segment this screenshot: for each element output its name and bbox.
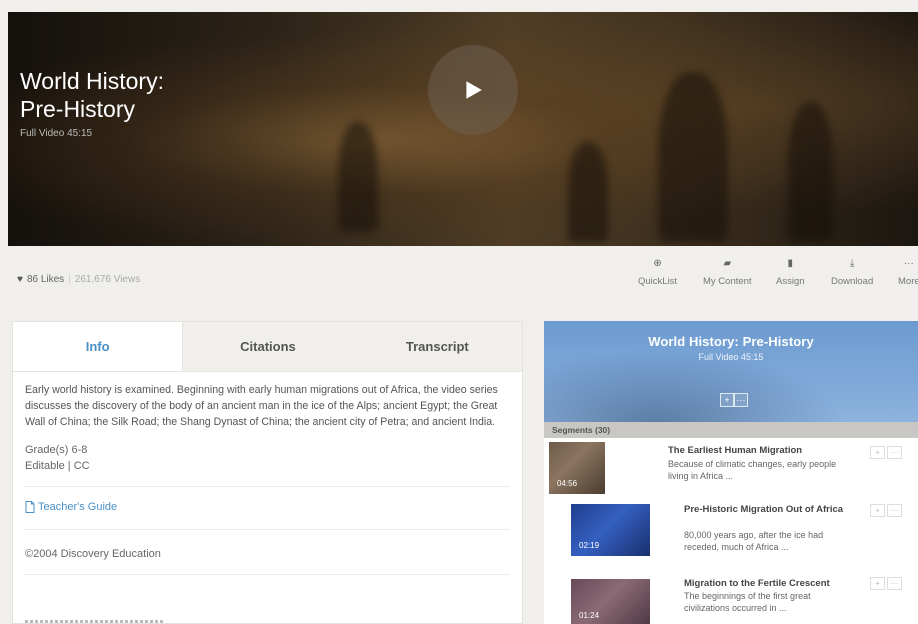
- action-toolbar: ⊕ QuickList ▰ My Content ▮ Assign ⤓ Down…: [630, 258, 918, 292]
- panel-header: World History: Pre-History Full Video 45…: [544, 321, 918, 422]
- download-icon: ⤓: [849, 258, 855, 269]
- document-icon: ▮: [787, 258, 794, 269]
- segment-more-button[interactable]: ···: [887, 577, 902, 590]
- views-count: 261,676 Views: [74, 274, 141, 285]
- video-frame-figure: [568, 142, 608, 242]
- info-tabs: Info Citations Transcript: [13, 322, 522, 372]
- my-content-label: My Content: [703, 276, 752, 287]
- video-meta: Grade(s) 6-8 Editable | CC: [13, 442, 522, 474]
- plus-circle-icon: ⊕: [653, 258, 662, 269]
- segment-description: Because of climatic changes, early peopl…: [668, 459, 837, 481]
- segment-more-button[interactable]: ···: [887, 446, 902, 459]
- stats-separator: |: [68, 274, 71, 285]
- video-duration: Full Video 45:15: [20, 128, 93, 139]
- ellipsis-icon: ···: [903, 258, 914, 269]
- segment-title[interactable]: The Earliest Human Migration: [668, 445, 858, 457]
- assign-label: Assign: [776, 276, 805, 287]
- video-title: World History: Pre-History: [20, 67, 164, 123]
- tab-info[interactable]: Info: [13, 322, 184, 371]
- folder-icon: ▰: [723, 258, 732, 269]
- segment-actions: + ···: [870, 504, 902, 517]
- segment-thumbnail[interactable]: 01:24: [571, 579, 650, 624]
- more-label: More: [898, 276, 918, 287]
- panel-actions: + ···: [720, 393, 748, 407]
- teachers-guide-link[interactable]: Teacher's Guide: [13, 501, 522, 513]
- video-player[interactable]: World History: Pre-History Full Video 45…: [8, 12, 918, 246]
- ellipsis-icon: ···: [736, 395, 746, 405]
- play-icon: [466, 81, 482, 99]
- segments-count: Segments (30): [544, 422, 918, 438]
- segment-thumbnail[interactable]: 02:19: [571, 504, 650, 556]
- play-button[interactable]: [428, 45, 518, 135]
- info-card: Info Citations Transcript Early world hi…: [12, 321, 523, 624]
- tab-citations[interactable]: Citations: [183, 322, 353, 371]
- add-segment-button[interactable]: +: [870, 577, 885, 590]
- segment-duration: 01:24: [579, 611, 600, 620]
- segment-title[interactable]: Migration to the Fertile Crescent: [684, 578, 864, 590]
- download-button[interactable]: ⤓ Download: [831, 258, 873, 287]
- editable-cc: Editable | CC: [25, 460, 90, 472]
- video-description: Early world history is examined. Beginni…: [25, 384, 498, 428]
- segment-thumbnail[interactable]: 04:56: [549, 442, 605, 494]
- panel-title: World History: Pre-History: [648, 334, 814, 349]
- add-segment-button[interactable]: +: [870, 504, 885, 517]
- download-label: Download: [831, 276, 874, 287]
- video-frame-figure: [338, 122, 378, 232]
- video-frame-figure: [788, 102, 833, 242]
- segment-item[interactable]: 04:56 The Earliest Human Migration Becau…: [544, 442, 918, 498]
- more-options-button[interactable]: ···: [734, 393, 748, 407]
- decorative-stripe: [25, 620, 165, 623]
- likes-count: 86 Likes: [26, 274, 65, 285]
- video-stats: ♥ 86 Likes | 261,676 Views: [17, 274, 140, 285]
- plus-icon: +: [724, 395, 730, 405]
- grade-levels: Grade(s) 6-8: [25, 444, 88, 456]
- my-content-button[interactable]: ▰ My Content: [703, 258, 752, 287]
- segment-duration: 02:19: [579, 541, 600, 550]
- document-icon: [25, 501, 35, 513]
- divider: [25, 486, 510, 487]
- assign-button[interactable]: ▮ Assign: [776, 258, 805, 287]
- segment-more-button[interactable]: ···: [887, 504, 902, 517]
- teachers-guide-label: Teacher's Guide: [38, 501, 118, 513]
- tab-transcript[interactable]: Transcript: [352, 322, 522, 371]
- divider: [25, 574, 510, 575]
- video-frame-figure: [658, 72, 728, 242]
- add-button[interactable]: +: [720, 393, 734, 407]
- heart-icon[interactable]: ♥: [17, 274, 23, 285]
- more-button[interactable]: ··· More: [898, 258, 918, 287]
- segment-actions: + ···: [870, 577, 902, 590]
- quicklist-button[interactable]: ⊕ QuickList: [638, 258, 677, 287]
- segment-description: The beginnings of the first great civili…: [684, 591, 811, 613]
- video-title-line1: World History:: [20, 68, 164, 94]
- segment-description: 80,000 years ago, after the ice had rece…: [684, 530, 824, 552]
- divider: [25, 529, 510, 530]
- segments-panel: World History: Pre-History Full Video 45…: [544, 321, 918, 624]
- segment-actions: + ···: [870, 446, 902, 459]
- panel-duration: Full Video 45:15: [698, 352, 764, 362]
- add-segment-button[interactable]: +: [870, 446, 885, 459]
- segment-duration: 04:56: [557, 479, 578, 488]
- video-title-line2: Pre-History: [20, 96, 136, 122]
- copyright: ©2004 Discovery Education: [25, 548, 161, 560]
- quicklist-label: QuickList: [638, 276, 678, 287]
- segment-item[interactable]: 02:19 Pre-Historic Migration Out of Afri…: [544, 502, 918, 566]
- segment-item[interactable]: 01:24 Migration to the Fertile Crescent …: [544, 576, 918, 624]
- segment-title[interactable]: Pre-Historic Migration Out of Africa: [684, 504, 859, 516]
